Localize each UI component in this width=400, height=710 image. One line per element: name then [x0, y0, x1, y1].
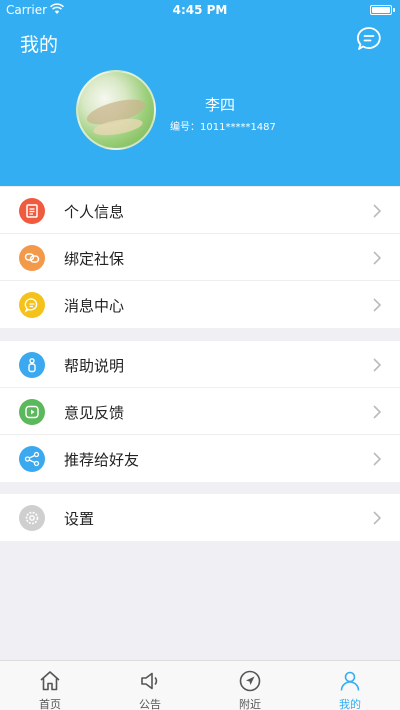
chevron-right-icon [373, 298, 382, 312]
tab-nearby[interactable]: 附近 [200, 661, 300, 710]
battery-icon [370, 5, 395, 15]
status-bar: Carrier 4:45 PM [0, 0, 400, 20]
menu-item-help[interactable]: 帮助说明 [0, 341, 400, 388]
menu-item-label: 意见反馈 [64, 404, 125, 422]
navigation-icon [239, 670, 261, 692]
tab-bar: 首页 公告 附近 我的 [0, 660, 400, 710]
menu-item-label: 消息中心 [64, 297, 125, 315]
tab-label: 附近 [239, 698, 261, 710]
tab-label: 我的 [339, 698, 361, 710]
menu-group-settings: 设置 [0, 494, 400, 541]
menu-item-recommend[interactable]: 推荐给好友 [0, 435, 400, 482]
menu-item-label: 设置 [64, 510, 95, 528]
chevron-right-icon [373, 251, 382, 265]
avatar[interactable] [76, 70, 156, 150]
feedback-icon [19, 399, 45, 425]
menu-group-support: 帮助说明 意见反馈 推荐给好友 [0, 341, 400, 482]
chevron-right-icon [373, 452, 382, 466]
chevron-right-icon [373, 511, 382, 525]
battery-level [372, 7, 390, 13]
speaker-icon [141, 672, 158, 690]
chat-bubble-icon [356, 27, 381, 50]
menu-item-message-center[interactable]: 消息中心 [0, 281, 400, 328]
message-icon [19, 292, 45, 318]
tab-label: 首页 [39, 698, 61, 710]
link-icon [19, 245, 45, 271]
message-button[interactable] [356, 26, 382, 52]
page-title: 我的 [20, 34, 59, 56]
menu-item-feedback[interactable]: 意见反馈 [0, 388, 400, 435]
menu-item-label: 帮助说明 [64, 357, 125, 375]
chevron-right-icon [373, 204, 382, 218]
share-icon [19, 446, 45, 472]
menu-group-account: 个人信息 绑定社保 消息中心 [0, 187, 400, 328]
tab-home[interactable]: 首页 [0, 661, 100, 710]
tab-label: 公告 [139, 698, 161, 710]
menu-item-label: 推荐给好友 [64, 451, 140, 469]
menu-item-settings[interactable]: 设置 [0, 494, 400, 541]
user-icon [340, 671, 360, 691]
user-id: 编号：1011*****1487 [170, 122, 276, 133]
gear-icon [19, 505, 45, 531]
user-name: 李四 [204, 96, 235, 114]
person-help-icon [19, 352, 45, 378]
home-icon [40, 671, 60, 691]
tab-announcements[interactable]: 公告 [100, 661, 200, 710]
status-time: 4:45 PM [172, 3, 228, 17]
document-icon [19, 198, 45, 224]
menu-item-personal-info[interactable]: 个人信息 [0, 187, 400, 234]
menu-item-label: 个人信息 [64, 203, 125, 221]
menu-item-bind-social-security[interactable]: 绑定社保 [0, 234, 400, 281]
profile-header: 我的 李四 编号：1011*****1487 [0, 20, 400, 186]
menu-item-label: 绑定社保 [64, 250, 125, 268]
chevron-right-icon [373, 358, 382, 372]
tab-mine[interactable]: 我的 [300, 661, 400, 710]
chevron-right-icon [373, 405, 382, 419]
